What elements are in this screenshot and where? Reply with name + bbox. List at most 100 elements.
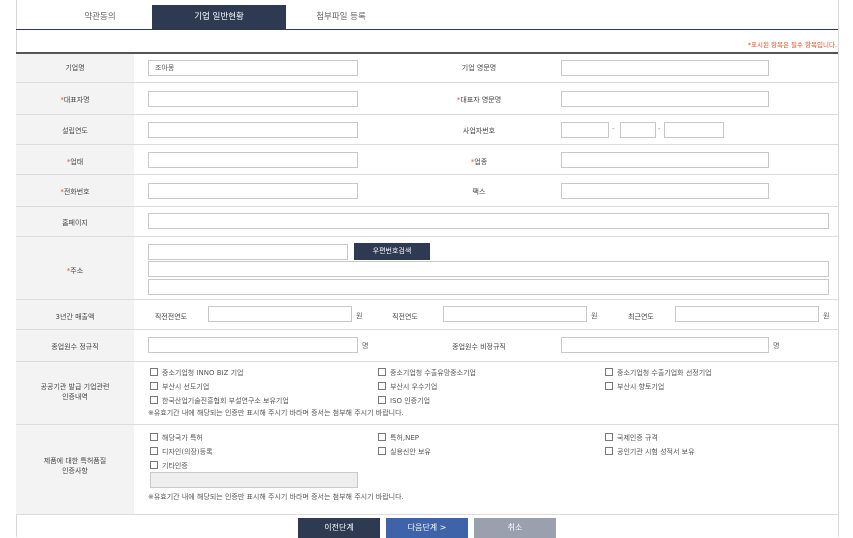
cert-label: 부산시 선도기업 — [162, 383, 210, 391]
patent-checkbox[interactable]: 공인기관 시험 성적서 보유 — [605, 447, 695, 457]
business-type-label: *업태 — [66, 158, 84, 166]
biz-no-input-2[interactable] — [620, 122, 656, 138]
founded-input[interactable] — [148, 122, 358, 138]
ceo-input[interactable] — [148, 91, 358, 107]
checkbox-icon[interactable] — [150, 461, 158, 469]
checkbox-icon[interactable] — [150, 382, 158, 390]
ceo-en-label-text: 대표자 영문명 — [460, 96, 502, 104]
row-patents — [16, 424, 838, 515]
biz-no-input-1[interactable] — [561, 122, 609, 138]
patents-label-line1: 제품에 대한 특허품질 — [43, 457, 107, 465]
certs-label: 공공기관 발급 기업관련 인증내역 — [16, 382, 134, 402]
checkbox-icon[interactable] — [150, 368, 158, 376]
tab-terms[interactable]: 약관동의 — [48, 5, 152, 29]
patents-label-line2: 인증사항 — [62, 467, 88, 475]
biz-no-input-3[interactable] — [664, 122, 724, 138]
tab-attachments[interactable]: 첨부파일 등록 — [286, 5, 396, 29]
postcode-search-button[interactable]: 우편번호검색 — [354, 243, 430, 260]
prev-step-button[interactable]: 이전단계 — [298, 518, 380, 538]
checkbox-icon[interactable] — [605, 382, 613, 390]
ceo-label-text: 대표자명 — [63, 96, 90, 104]
biz-no-label: 사업자번호 — [462, 127, 496, 135]
founded-label: 설립연도 — [62, 127, 88, 135]
patent-label: 기타인증 — [162, 462, 188, 470]
ceo-en-input[interactable] — [561, 91, 769, 107]
patent-checkbox[interactable]: 특허,NEP — [378, 433, 419, 443]
cancel-button[interactable]: 취소 — [474, 518, 556, 538]
biz-no-dash: - — [612, 125, 615, 133]
patent-checkbox[interactable]: 디자인(의장)등록 — [150, 447, 213, 457]
address-input-1[interactable] — [148, 261, 829, 277]
sales-prev1-input[interactable] — [443, 306, 587, 322]
postcode-input[interactable] — [148, 244, 348, 260]
sales-prev1-label: 직전연도 — [392, 313, 418, 321]
address-label: *주소 — [66, 267, 84, 275]
sales-prev2-input[interactable] — [208, 306, 352, 322]
cert-checkbox[interactable]: ISO 인증기업 — [378, 396, 430, 406]
certs-label-line1: 공공기관 발급 기업관련 — [40, 383, 110, 391]
cert-checkbox[interactable]: 중소기업청 INNO BIZ 기업 — [150, 368, 243, 378]
fax-input[interactable] — [561, 183, 769, 199]
sales-recent-input[interactable] — [675, 306, 819, 322]
cert-label: 중소기업청 INNO BIZ 기업 — [162, 369, 244, 377]
homepage-input[interactable] — [148, 213, 829, 229]
company-name-en-label: 기업 영문명 — [461, 64, 497, 72]
checkbox-icon[interactable] — [378, 433, 386, 441]
patent-label: 디자인(의장)등록 — [162, 448, 213, 456]
patent-label: 특허,NEP — [390, 434, 419, 442]
other-cert-input[interactable] — [150, 472, 358, 488]
cert-checkbox[interactable]: 부산시 향토기업 — [605, 382, 664, 392]
won-unit: 원 — [356, 312, 363, 320]
ceo-label: *대표자명 — [60, 96, 90, 104]
patent-checkbox[interactable]: 해당국가 특허 — [150, 433, 203, 443]
checkbox-icon[interactable] — [378, 368, 386, 376]
cert-checkbox[interactable]: 부산시 우수기업 — [378, 382, 437, 392]
checkbox-icon[interactable] — [150, 433, 158, 441]
certs-note: ※유효기간 내에 해당되는 인증만 표시해 주시기 바라며 증서는 첨부해 주시… — [148, 409, 404, 417]
patent-label: 실용신안 보유 — [390, 448, 431, 456]
checkbox-icon[interactable] — [150, 396, 158, 404]
fax-label: 팩스 — [472, 188, 486, 196]
cert-checkbox[interactable]: 부산시 선도기업 — [150, 382, 209, 392]
industry-input[interactable] — [561, 152, 769, 168]
patent-checkbox[interactable]: 국제인증 규격 — [605, 433, 658, 443]
company-name-label: 기업명 — [65, 64, 85, 72]
address-label-text: 주소 — [70, 267, 84, 275]
cert-label: 한국산업기술진흥협회 부설연구소 보유기업 — [162, 397, 289, 405]
phone-input[interactable] — [148, 183, 358, 199]
phone-label: *전화번호 — [60, 188, 90, 196]
cert-checkbox[interactable]: 중소기업청 수출유망중소기업 — [378, 368, 476, 378]
regular-staff-input[interactable] — [148, 337, 358, 353]
person-unit: 명 — [773, 342, 780, 350]
cert-label: ISO 인증기업 — [390, 397, 431, 405]
company-name-input[interactable]: 조아몽 — [148, 60, 358, 76]
patent-label: 해당국가 특허 — [162, 434, 203, 442]
required-notice: *표시된 항목은 필수 항목입니다. — [747, 41, 837, 49]
cert-label: 중소기업청 수출기업화 선정기업 — [617, 369, 712, 377]
cert-checkbox[interactable]: 한국산업기술진흥협회 부설연구소 보유기업 — [150, 396, 289, 406]
business-type-label-text: 업태 — [70, 158, 84, 166]
checkbox-icon[interactable] — [605, 433, 613, 441]
cert-label: 부산시 향토기업 — [617, 383, 665, 391]
next-step-button[interactable]: 다음단계 > — [386, 518, 468, 538]
patent-checkbox[interactable]: 기타인증 — [150, 461, 188, 471]
checkbox-icon[interactable] — [150, 447, 158, 455]
company-name-en-input[interactable] — [561, 60, 769, 76]
nonregular-staff-label: 종업원수 비정규직 — [452, 343, 506, 351]
sales-label: 3년간 매출액 — [55, 313, 95, 321]
patents-label: 제품에 대한 특허품질인증사항 — [16, 456, 134, 476]
tab-company-info[interactable]: 기업 일반현황 — [152, 5, 286, 29]
checkbox-icon[interactable] — [378, 396, 386, 404]
cert-label: 중소기업청 수출유망중소기업 — [390, 369, 476, 377]
checkbox-icon[interactable] — [378, 382, 386, 390]
patent-checkbox[interactable]: 실용신안 보유 — [378, 447, 431, 457]
nonregular-staff-input[interactable] — [561, 337, 769, 353]
won-unit: 원 — [823, 312, 830, 320]
checkbox-icon[interactable] — [605, 368, 613, 376]
business-type-input[interactable] — [148, 152, 358, 168]
address-input-2[interactable] — [148, 279, 829, 295]
checkbox-icon[interactable] — [605, 447, 613, 455]
patent-label: 국제인증 규격 — [617, 434, 658, 442]
cert-checkbox[interactable]: 중소기업청 수출기업화 선정기업 — [605, 368, 712, 378]
checkbox-icon[interactable] — [378, 447, 386, 455]
